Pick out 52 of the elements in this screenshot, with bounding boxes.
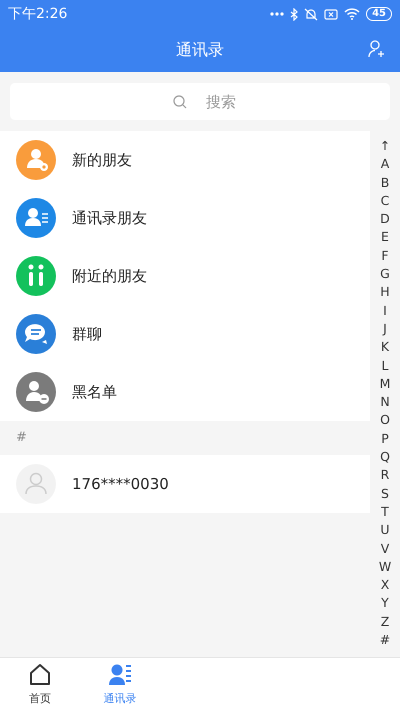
search-icon bbox=[173, 95, 187, 109]
index-letter[interactable]: J bbox=[383, 320, 387, 338]
index-letter[interactable]: B bbox=[380, 174, 390, 192]
bluetooth-icon bbox=[290, 8, 298, 20]
contact-item[interactable]: 176****0030 bbox=[0, 455, 370, 513]
add-person-icon bbox=[368, 40, 386, 58]
index-letter[interactable]: M bbox=[380, 374, 390, 394]
more-dots-icon bbox=[270, 11, 284, 17]
shortcut-item[interactable]: 附近的朋友 bbox=[0, 247, 370, 305]
index-letter[interactable]: K bbox=[380, 338, 390, 357]
index-letter[interactable]: N bbox=[380, 393, 390, 412]
home-icon bbox=[28, 663, 52, 687]
muted-bell-icon bbox=[304, 8, 318, 20]
index-letter[interactable]: C bbox=[380, 192, 390, 210]
index-letter[interactable]: U bbox=[380, 521, 390, 540]
avatar-icon bbox=[16, 464, 56, 504]
index-letter[interactable]: V bbox=[380, 540, 390, 558]
index-letter[interactable]: G bbox=[380, 265, 390, 284]
index-letter[interactable]: Z bbox=[380, 612, 390, 632]
add-friend-button[interactable] bbox=[368, 40, 386, 58]
battery-level: 45 bbox=[366, 7, 392, 21]
index-letter[interactable]: O bbox=[380, 411, 390, 430]
index-letter[interactable]: D bbox=[380, 210, 390, 228]
shortcut-item[interactable]: 通讯录朋友 bbox=[0, 189, 370, 247]
tab-item[interactable]: 通讯录 bbox=[80, 658, 160, 711]
search-field[interactable]: 搜索 bbox=[10, 83, 390, 120]
index-letter[interactable]: R bbox=[380, 466, 390, 485]
index-letter[interactable]: E bbox=[381, 228, 389, 247]
index-letter[interactable]: Y bbox=[381, 594, 389, 613]
index-letter[interactable]: ↑ bbox=[380, 137, 390, 156]
wifi-icon bbox=[344, 8, 360, 20]
index-letter[interactable]: A bbox=[380, 155, 390, 174]
index-letter[interactable]: L bbox=[382, 356, 388, 375]
index-letter[interactable]: T bbox=[381, 502, 389, 522]
page-title: 通讯录 bbox=[176, 40, 224, 60]
shortcut-item[interactable]: 群聊 bbox=[0, 305, 370, 363]
sim-icon bbox=[324, 8, 338, 20]
tab-item[interactable]: 首页 bbox=[0, 658, 80, 711]
index-letter[interactable]: H bbox=[380, 283, 390, 302]
contacts-icon bbox=[108, 663, 132, 687]
index-letter[interactable]: F bbox=[381, 246, 389, 266]
index-letter[interactable]: # bbox=[380, 631, 390, 650]
shortcut-item[interactable]: 新的朋友 bbox=[0, 131, 370, 189]
index-letter[interactable]: S bbox=[381, 484, 389, 503]
section-header: # bbox=[15, 429, 28, 447]
index-letter[interactable]: X bbox=[380, 576, 390, 594]
status-time: 下午2:26 bbox=[8, 5, 68, 23]
index-letter[interactable]: Q bbox=[380, 448, 390, 466]
index-letter[interactable]: W bbox=[378, 558, 392, 576]
shortcut-item[interactable]: 黑名单 bbox=[0, 363, 370, 421]
index-letter[interactable]: P bbox=[381, 430, 389, 448]
index-letter[interactable]: I bbox=[383, 302, 387, 320]
